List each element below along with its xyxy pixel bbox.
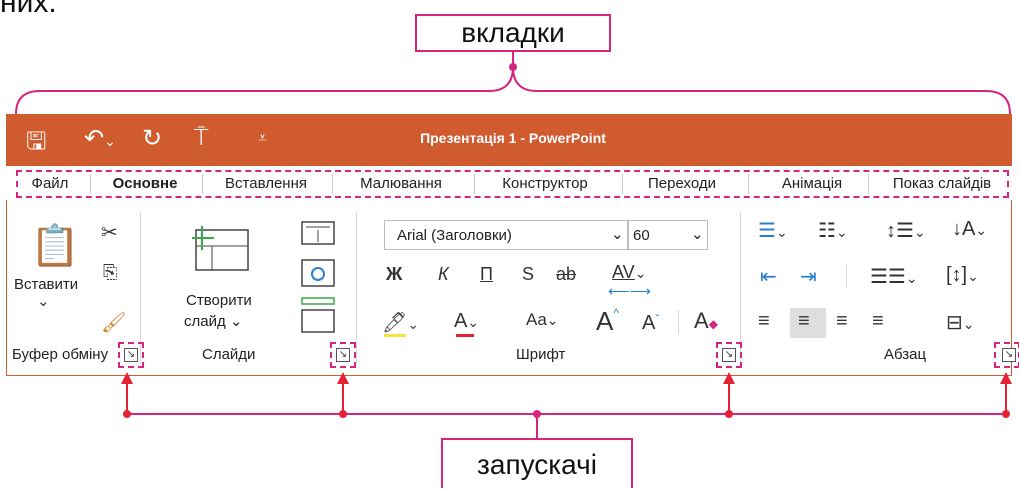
section-icon[interactable] bbox=[300, 296, 336, 336]
bold-button[interactable]: Ж bbox=[386, 264, 402, 285]
chevron-down-icon: ⌄ bbox=[905, 270, 918, 286]
chevron-down-icon: ⌄ bbox=[407, 316, 420, 332]
tabs-callout: вкладки bbox=[415, 14, 611, 52]
bullets-icon: ☰ bbox=[758, 220, 776, 242]
chevron-down-icon: ⌄ bbox=[962, 316, 975, 332]
group-divider bbox=[356, 212, 357, 364]
top-cut-text: них. bbox=[0, 0, 57, 19]
chevron-down-icon: ⌄ bbox=[967, 268, 979, 284]
shrink-font-text: A bbox=[642, 312, 656, 334]
title-bar: 🖫 ↶⌄ ↻ ⍑ ⩡ Презентація 1 - PowerPoint bbox=[6, 114, 1012, 166]
highlight-color-bar bbox=[384, 334, 406, 337]
font-size-select[interactable]: 60 ⌄ bbox=[628, 220, 708, 250]
chevron-down-icon: ⌄ bbox=[467, 314, 480, 330]
change-case-button[interactable]: Aa⌄ bbox=[526, 310, 559, 330]
line-spacing-icon: ↕☰ bbox=[886, 220, 914, 242]
align-text-icon: ⊟ bbox=[946, 312, 963, 334]
new-slide-label-line2[interactable]: слайд ⌄ bbox=[184, 312, 242, 330]
character-spacing-text: AV bbox=[612, 262, 635, 282]
clear-formatting-text: A bbox=[694, 308, 709, 333]
spacing-arrows-icon: ⟵⟶ bbox=[608, 283, 652, 300]
decrease-indent-icon[interactable]: ⇤ bbox=[760, 264, 777, 289]
font-divider bbox=[678, 310, 679, 334]
bullets-button[interactable]: ☰⌄ bbox=[758, 218, 788, 243]
tabs-brace bbox=[15, 52, 1011, 115]
paste-button-label[interactable]: Вставити bbox=[14, 276, 78, 293]
font-name-value: Arial (Заголовки) bbox=[397, 227, 512, 244]
clipboard-group-label: Буфер обміну bbox=[12, 346, 109, 363]
launcher-highlight bbox=[330, 342, 356, 368]
new-slide-label-line1[interactable]: Створити bbox=[186, 292, 252, 309]
shrink-font-button[interactable]: Aˇ bbox=[642, 312, 659, 335]
copy-icon[interactable]: ⎘ bbox=[103, 262, 117, 283]
chevron-down-icon: ⌄ bbox=[975, 222, 988, 238]
font-name-select[interactable]: Arial (Заголовки) ⌄ bbox=[384, 220, 628, 250]
chevron-down-icon: ⌄ bbox=[634, 265, 647, 281]
chevron-down-icon: ⌄ bbox=[611, 226, 624, 243]
chevron-down-icon: ⌄ bbox=[546, 312, 559, 328]
grow-font-text: A bbox=[596, 306, 614, 336]
clear-formatting-button[interactable]: A◆ bbox=[694, 308, 718, 334]
underline-button[interactable]: П bbox=[480, 264, 493, 285]
font-color-button[interactable]: A⌄ bbox=[454, 310, 479, 333]
align-right-icon[interactable]: ≡ bbox=[836, 310, 848, 333]
highlight-icon[interactable]: 🖊⌄ bbox=[382, 310, 419, 335]
shadow-button[interactable]: S bbox=[522, 264, 534, 285]
italic-button[interactable]: К bbox=[438, 264, 449, 285]
numbering-button[interactable]: ☷⌄ bbox=[818, 218, 848, 243]
numbering-icon: ☷ bbox=[818, 220, 836, 242]
launcher-highlight bbox=[118, 342, 144, 368]
line-spacing-button[interactable]: ↕☰⌄ bbox=[886, 218, 926, 243]
justify-icon[interactable]: ≡ bbox=[872, 310, 884, 333]
align-text-button[interactable]: ⊟⌄ bbox=[946, 310, 975, 335]
shrink-arrow-icon: ˇ bbox=[655, 312, 660, 326]
font-color-bar bbox=[456, 334, 474, 337]
chevron-down-icon: ⌄ bbox=[775, 224, 788, 240]
font-group-label: Шрифт bbox=[516, 346, 566, 363]
character-spacing-button[interactable]: AV⌄ bbox=[612, 262, 646, 283]
chevron-down-icon: ⌄ bbox=[835, 224, 848, 240]
chevron-down-icon: ⌄ bbox=[691, 226, 704, 243]
font-size-value: 60 bbox=[633, 227, 650, 244]
tabs-highlight bbox=[16, 170, 1009, 198]
window-title: Презентація 1 - PowerPoint bbox=[420, 130, 606, 146]
launchers-callout-label: запускачі bbox=[477, 449, 597, 480]
reset-slide-icon[interactable] bbox=[300, 258, 336, 288]
chevron-down-icon: ⌄ bbox=[913, 224, 926, 240]
new-slide-icon[interactable] bbox=[190, 224, 252, 274]
launchers-callout: запускачі bbox=[441, 438, 633, 488]
align-center-icon: ≡ bbox=[798, 310, 810, 332]
strikethrough-button[interactable]: ab bbox=[556, 264, 576, 285]
sort-button[interactable]: ↓A⌄ bbox=[952, 218, 987, 241]
paste-icon[interactable]: 📋 bbox=[30, 222, 80, 269]
text-direction-icon: [↕] bbox=[946, 264, 968, 286]
cut-icon[interactable]: ✂ bbox=[101, 220, 118, 245]
align-left-icon[interactable]: ≡ bbox=[758, 310, 770, 333]
paragraph-group-label: Абзац bbox=[884, 346, 927, 363]
columns-button[interactable]: ☰☰⌄ bbox=[870, 264, 918, 289]
paste-dropdown-icon[interactable]: ⌄ bbox=[37, 292, 50, 310]
sort-icon: ↓A bbox=[952, 218, 976, 240]
increase-indent-icon[interactable]: ⇥ bbox=[800, 264, 817, 289]
columns-icon: ☰☰ bbox=[870, 266, 906, 288]
tabs-callout-label: вкладки bbox=[461, 17, 565, 48]
grow-font-button[interactable]: A^ bbox=[596, 306, 619, 337]
chevron-down-icon: ⌄ bbox=[229, 313, 243, 330]
new-slide-label-text: слайд bbox=[184, 313, 226, 330]
text-direction-button[interactable]: [↕]⌄ bbox=[946, 264, 979, 287]
grow-arrow-icon: ^ bbox=[613, 306, 619, 320]
launcher-highlight bbox=[994, 342, 1019, 368]
paragraph-divider bbox=[846, 264, 847, 288]
format-painter-icon[interactable]: 🖌 bbox=[101, 310, 126, 335]
align-center-button[interactable]: ≡ bbox=[790, 308, 826, 338]
slides-group-label: Слайди bbox=[202, 346, 256, 363]
change-case-text: Aa bbox=[526, 310, 547, 329]
launcher-highlight bbox=[716, 342, 742, 368]
eraser-icon: ◆ bbox=[708, 317, 718, 331]
layout-icon[interactable] bbox=[300, 220, 336, 246]
